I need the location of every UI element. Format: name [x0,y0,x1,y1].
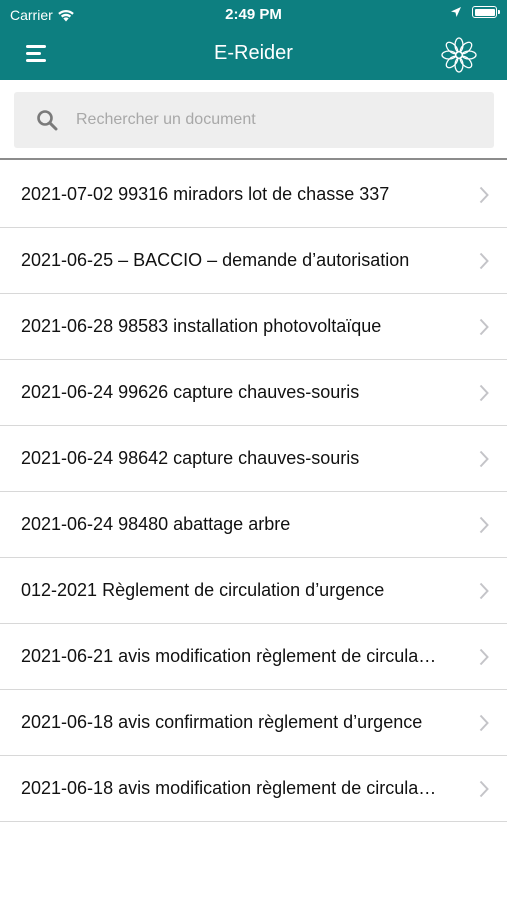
chevron-right-icon [479,384,489,402]
document-title: 2021-06-24 98480 abattage arbre [21,514,291,534]
search-icon [37,110,58,131]
document-row[interactable]: 2021-06-24 98642 capture chauves-souris [0,426,507,492]
document-row[interactable]: 2021-07-02 99316 miradors lot de chasse … [0,162,507,228]
document-row[interactable]: 2021-06-24 99626 capture chauves-souris [0,360,507,426]
document-title: 012-2021 Règlement de circulation d’urge… [21,580,385,600]
chevron-right-icon [479,648,489,666]
document-row[interactable]: 2021-06-24 98480 abattage arbre [0,492,507,558]
flower-logo-icon[interactable] [439,35,479,75]
status-time: 2:49 PM [225,6,282,23]
document-title: 2021-06-28 98583 installation photovolta… [21,316,382,336]
status-bar: Carrier 2:49 PM [0,0,507,30]
document-title: 2021-06-24 99626 capture chauves-souris [21,382,360,402]
document-title: 2021-06-25 – BACCIO – demande d’autorisa… [21,250,410,270]
chevron-right-icon [479,516,489,534]
location-arrow-icon [451,7,461,17]
document-title: 2021-06-21 avis modification règlement d… [21,646,441,666]
document-row[interactable]: 2021-06-18 avis confirmation règlement d… [0,690,507,756]
search-input[interactable] [76,111,456,129]
document-title: 2021-07-02 99316 miradors lot de chasse … [21,184,390,204]
document-list: 2021-07-02 99316 miradors lot de chasse … [0,162,507,822]
chevron-right-icon [479,450,489,468]
document-title: 2021-06-24 98642 capture chauves-souris [21,448,360,468]
document-title: 2021-06-18 avis confirmation règlement d… [21,712,423,732]
chevron-right-icon [479,318,489,336]
document-row[interactable]: 012-2021 Règlement de circulation d’urge… [0,558,507,624]
page-title: E-Reider [214,42,293,64]
chevron-right-icon [479,714,489,732]
search-box[interactable] [14,92,494,148]
status-bar-right [450,6,500,18]
search-bar-container [0,80,507,160]
chevron-right-icon [479,582,489,600]
document-row[interactable]: 2021-06-21 avis modification règlement d… [0,624,507,690]
chevron-right-icon [479,252,489,270]
document-row[interactable]: 2021-06-18 avis modification règlement d… [0,756,507,822]
document-title: 2021-06-18 avis modification règlement d… [21,778,441,798]
battery-icon [472,6,500,18]
document-row[interactable]: 2021-06-25 – BACCIO – demande d’autorisa… [0,228,507,294]
document-row[interactable]: 2021-06-28 98583 installation photovolta… [0,294,507,360]
chevron-right-icon [479,186,489,204]
chevron-right-icon [479,780,489,798]
navigation-bar: E-Reider [0,30,507,80]
